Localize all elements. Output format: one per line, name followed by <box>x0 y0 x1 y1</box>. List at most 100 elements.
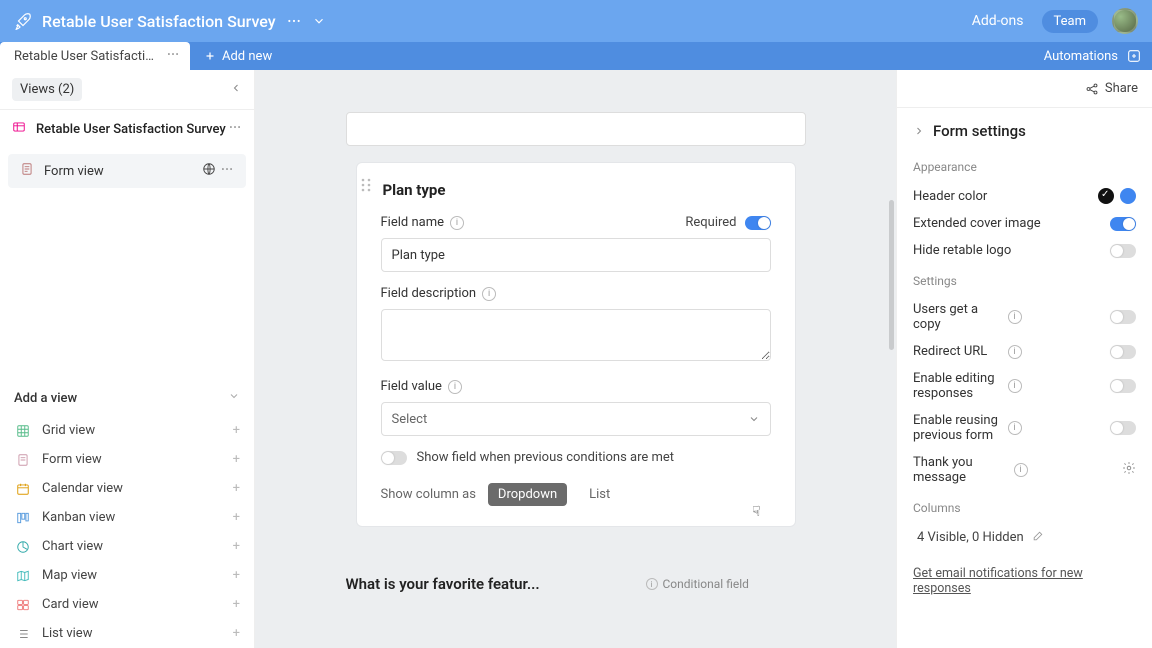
automation-icon <box>1126 48 1142 64</box>
field-value-label: Field value <box>381 379 442 394</box>
settings-header[interactable]: Form settings <box>897 108 1152 150</box>
tab-menu-button[interactable] <box>166 47 180 65</box>
field-desc-label: Field description <box>381 286 477 301</box>
users-copy-row: Users get a copy i <box>897 296 1152 338</box>
gear-icon[interactable] <box>1122 461 1136 479</box>
field-name-label: Field name <box>381 215 445 230</box>
enable-reuse-toggle[interactable] <box>1110 421 1136 435</box>
redirect-toggle[interactable] <box>1110 345 1136 359</box>
add-view-header[interactable]: Add a view <box>0 380 254 416</box>
addons-link[interactable]: Add-ons <box>972 13 1024 29</box>
left-sidebar: Views (2) Retable User Satisfaction Surv… <box>0 70 255 648</box>
color-black[interactable] <box>1098 188 1114 204</box>
seg-dropdown[interactable]: Dropdown <box>488 483 567 506</box>
plus-icon: + <box>233 510 240 525</box>
field-name-input[interactable] <box>381 238 771 272</box>
add-chart-view[interactable]: Chart view+ <box>0 532 254 561</box>
next-field-label: What is your favorite featur... <box>346 575 646 593</box>
required-label: Required <box>685 215 736 230</box>
grid-icon <box>14 424 32 438</box>
drag-handle-icon[interactable] <box>361 177 371 196</box>
share-icon <box>1085 82 1099 96</box>
share-button[interactable]: Share <box>1085 81 1138 96</box>
calendar-icon <box>14 482 32 496</box>
project-title: Retable User Satisfaction Survey <box>42 12 276 31</box>
add-calendar-view[interactable]: Calendar view+ <box>0 474 254 503</box>
info-icon[interactable]: i <box>482 287 496 301</box>
redirect-row: Redirect URL i <box>897 338 1152 365</box>
conditional-toggle[interactable] <box>381 451 407 465</box>
seg-list[interactable]: List <box>579 483 620 506</box>
enable-edit-toggle[interactable] <box>1110 379 1136 393</box>
plus-icon <box>204 50 216 62</box>
views-count-pill[interactable]: Views (2) <box>12 78 82 101</box>
add-grid-view[interactable]: Grid view+ <box>0 416 254 445</box>
card-icon <box>14 598 32 612</box>
form-settings-panel: Share Form settings Appearance Header co… <box>896 70 1152 648</box>
info-icon[interactable]: i <box>1008 310 1022 324</box>
conditional-field-badge: iConditional field <box>646 577 749 591</box>
automations-button[interactable]: Automations <box>1034 42 1152 70</box>
rocket-icon <box>14 12 32 30</box>
color-blue[interactable] <box>1120 188 1136 204</box>
next-field-block[interactable]: What is your favorite featur... iConditi… <box>306 575 846 593</box>
show-column-as-label: Show column as <box>381 487 476 502</box>
info-icon[interactable]: i <box>1008 421 1022 435</box>
plus-icon: + <box>233 568 240 583</box>
kanban-icon <box>14 511 32 525</box>
table-menu-button[interactable] <box>228 120 242 138</box>
view-menu-button[interactable] <box>220 162 234 180</box>
email-notifications-link[interactable]: Get email notifications for new response… <box>913 566 1083 596</box>
header-color-row: Header color <box>897 182 1152 210</box>
chevron-right-icon <box>913 125 925 137</box>
add-form-view[interactable]: Form view+ <box>0 445 254 474</box>
add-new-tab-button[interactable]: Add new <box>190 42 286 70</box>
hide-logo-toggle[interactable] <box>1110 244 1136 258</box>
app-header: Retable User Satisfaction Survey Add-ons… <box>0 0 1152 42</box>
email-input[interactable] <box>346 112 806 146</box>
extended-cover-toggle[interactable] <box>1110 217 1136 231</box>
chevron-down-icon <box>748 413 760 425</box>
globe-icon[interactable] <box>202 162 216 180</box>
table-item[interactable]: Retable User Satisfaction Survey <box>0 110 254 148</box>
users-copy-toggle[interactable] <box>1110 310 1136 324</box>
info-icon[interactable]: i <box>1014 463 1028 477</box>
active-tab[interactable]: Retable User Satisfaction S... <box>0 42 190 70</box>
hide-logo-row: Hide retable logo <box>897 237 1152 264</box>
views-header: Views (2) <box>0 70 254 110</box>
add-list-view[interactable]: List view+ <box>0 619 254 648</box>
conditional-label: Show field when previous conditions are … <box>417 450 675 465</box>
extended-cover-row: Extended cover image <box>897 210 1152 237</box>
info-icon[interactable]: i <box>450 216 464 230</box>
collapse-sidebar-button[interactable] <box>230 82 242 98</box>
project-dropdown-button[interactable] <box>312 14 326 28</box>
enable-reuse-row: Enable reusing previous form i <box>897 407 1152 449</box>
add-kanban-view[interactable]: Kanban view+ <box>0 503 254 532</box>
active-view-item[interactable]: Form view <box>8 154 246 188</box>
edit-columns-button[interactable] <box>1032 529 1045 546</box>
settings-section-label: Settings <box>897 264 1152 296</box>
table-name: Retable User Satisfaction Survey <box>36 122 228 137</box>
form-canvas: E-mail Plan type Field name i Required <box>255 70 896 648</box>
plus-icon: + <box>233 452 240 467</box>
editor-title: Plan type <box>383 181 771 199</box>
info-icon[interactable]: i <box>448 380 462 394</box>
tab-label: Retable User Satisfaction S... <box>14 49 158 64</box>
info-icon[interactable]: i <box>1008 345 1022 359</box>
appearance-section-label: Appearance <box>897 150 1152 182</box>
form-icon <box>14 453 32 467</box>
add-card-view[interactable]: Card view+ <box>0 590 254 619</box>
project-menu-button[interactable] <box>286 13 302 29</box>
scrollbar-thumb[interactable] <box>889 200 894 350</box>
email-field-block[interactable]: E-mail <box>306 108 846 146</box>
field-value-select[interactable]: Select <box>381 402 771 436</box>
field-editor-card: Plan type Field name i Required Field de… <box>356 162 796 527</box>
user-avatar[interactable] <box>1112 8 1138 34</box>
required-toggle[interactable] <box>745 216 771 230</box>
field-desc-input[interactable] <box>381 309 771 361</box>
plus-icon: + <box>233 539 240 554</box>
team-button[interactable]: Team <box>1042 10 1099 33</box>
columns-section-label: Columns <box>897 491 1152 523</box>
info-icon[interactable]: i <box>1008 379 1022 393</box>
add-map-view[interactable]: Map view+ <box>0 561 254 590</box>
